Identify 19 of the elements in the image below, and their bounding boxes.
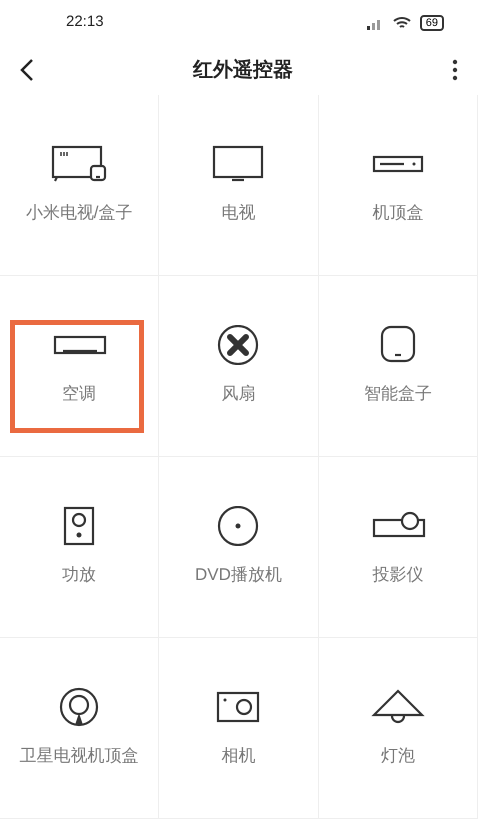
device-label[interactable]: 空调	[62, 381, 96, 407]
device-label[interactable]: 卫星电视机顶盒	[20, 743, 139, 769]
wifi-icon	[392, 16, 412, 30]
device-label[interactable]: 相机	[221, 743, 256, 769]
device-label[interactable]: 电视	[221, 200, 256, 226]
status-time: 22:13	[66, 12, 104, 32]
device-label[interactable]: 机顶盒	[372, 200, 424, 226]
device-label[interactable]: 投影仪	[372, 562, 424, 588]
device-label[interactable]: 风扇	[221, 381, 256, 407]
back-icon[interactable]	[20, 58, 34, 82]
tv-box-icon	[51, 144, 108, 184]
battery-indicator: 69	[420, 14, 444, 30]
device-label[interactable]: 灯泡	[380, 743, 415, 769]
device-label[interactable]: 智能盒子	[364, 381, 432, 407]
device-label[interactable]: 小米电视/盒子	[26, 200, 133, 226]
more-icon[interactable]	[452, 59, 458, 81]
device-label[interactable]: 功放	[62, 562, 96, 588]
device-label[interactable]: DVD播放机	[195, 562, 282, 588]
page-title: 红外遥控器	[193, 58, 293, 83]
